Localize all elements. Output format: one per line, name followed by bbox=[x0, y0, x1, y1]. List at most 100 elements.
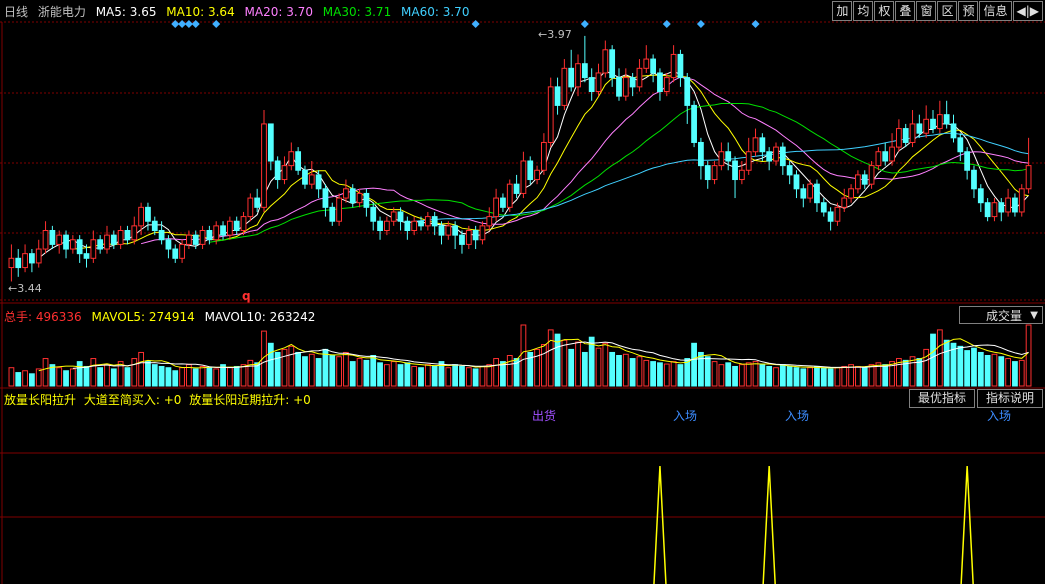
volume-bar-down bbox=[650, 361, 657, 387]
info-button[interactable]: 信息 bbox=[979, 1, 1012, 21]
volume-bar-up bbox=[738, 364, 745, 387]
candle-up bbox=[663, 77, 670, 92]
candle-up bbox=[520, 160, 527, 194]
candle-down bbox=[370, 206, 377, 222]
volume-bar-up bbox=[199, 365, 206, 387]
volume-bar-down bbox=[29, 373, 35, 387]
candle-down bbox=[957, 137, 964, 153]
mavol10-value: MAVOL10: 263242 bbox=[204, 310, 316, 324]
window-button[interactable]: 窗 bbox=[916, 1, 937, 21]
candle-up bbox=[390, 211, 397, 222]
candle-up bbox=[42, 230, 49, 250]
candle-up bbox=[261, 123, 267, 208]
candle-down bbox=[629, 77, 636, 88]
volume-bar-down bbox=[377, 362, 383, 387]
signal-diamonds bbox=[171, 20, 760, 28]
volume-bar-up bbox=[643, 359, 650, 387]
signal-label-entry: 入场 bbox=[673, 409, 698, 423]
candle-up bbox=[186, 234, 192, 245]
volume-indicator-select[interactable]: 成交量 ▼ bbox=[959, 306, 1043, 324]
candle-down bbox=[459, 234, 465, 245]
overlay-button[interactable]: 叠 bbox=[895, 1, 916, 21]
signal-label-entry: 入场 bbox=[987, 409, 1012, 423]
candle-up bbox=[575, 63, 581, 88]
rights-button[interactable]: 权 bbox=[874, 1, 895, 21]
volume-bar-up bbox=[834, 367, 841, 387]
volume-bar-down bbox=[110, 368, 117, 387]
ma60-value: MA60: 3.70 bbox=[401, 5, 470, 19]
candle-up bbox=[493, 197, 499, 218]
candle-down bbox=[902, 128, 909, 143]
volume-bar-up bbox=[534, 348, 540, 387]
candle-down bbox=[418, 220, 424, 227]
candle-down bbox=[192, 234, 199, 245]
candle-up bbox=[199, 230, 206, 245]
volume-bar-up bbox=[213, 368, 220, 387]
candle-down bbox=[766, 151, 773, 162]
candle-down bbox=[725, 151, 732, 162]
candle-down bbox=[220, 225, 226, 236]
volume-bar-down bbox=[779, 364, 786, 387]
indicator-help-button[interactable]: 指标说明 bbox=[976, 389, 1043, 408]
candle-down bbox=[950, 123, 957, 139]
candle-down bbox=[793, 174, 800, 190]
volume-bar-up bbox=[131, 358, 138, 387]
volume-bar-down bbox=[616, 355, 622, 387]
kline-chart[interactable]: ←3.97 ←3.44 q bbox=[0, 0, 1045, 584]
volume-bar-down bbox=[957, 345, 964, 387]
candle-up bbox=[445, 225, 452, 236]
volume-bar-down bbox=[998, 356, 1005, 387]
ma20-line bbox=[140, 76, 1029, 245]
candle-down bbox=[349, 188, 356, 204]
candle-up bbox=[889, 146, 895, 162]
volume-bar-up bbox=[520, 324, 527, 387]
volume-bar-down bbox=[943, 339, 950, 387]
ma30-value: MA30: 3.71 bbox=[322, 5, 392, 19]
candle-up bbox=[226, 220, 233, 236]
volume-bar-down bbox=[677, 364, 684, 387]
signal-label-sell: 出货 bbox=[532, 409, 557, 423]
volume-bar-down bbox=[725, 362, 732, 387]
volume-bar-up bbox=[1005, 358, 1011, 387]
indicator-header: 放量长阳拉升 大道至简买入: +0 放量长阳近期拉升: +0 bbox=[4, 391, 315, 408]
candle-up bbox=[752, 137, 759, 153]
volume-bar-up bbox=[424, 364, 431, 387]
candle-up bbox=[35, 248, 42, 264]
candle-down bbox=[513, 183, 520, 194]
candle-down bbox=[15, 257, 22, 269]
best-indicator-button[interactable]: 最优指标 bbox=[908, 389, 975, 408]
candle-down bbox=[732, 160, 738, 181]
volume-bar-up bbox=[281, 348, 288, 387]
candle-up bbox=[711, 165, 718, 181]
average-button[interactable]: 均 bbox=[853, 1, 874, 21]
candle-down bbox=[151, 220, 158, 232]
candle-down bbox=[698, 141, 704, 167]
candle-down bbox=[206, 230, 213, 241]
forecast-button[interactable]: 预 bbox=[958, 1, 979, 21]
nav-arrows-icon[interactable]: ◀|▶ bbox=[1012, 1, 1043, 21]
volume-bar-up bbox=[336, 356, 342, 387]
volume-bar-up bbox=[663, 363, 670, 387]
volume-bar-down bbox=[793, 367, 800, 387]
candle-down bbox=[158, 230, 165, 241]
volume-bar-up bbox=[69, 368, 76, 387]
candle-up bbox=[90, 239, 97, 259]
volume-bar-down bbox=[404, 362, 411, 387]
diamond-marker bbox=[178, 20, 187, 28]
volume-bar-up bbox=[848, 364, 854, 387]
mavol5-value: MAVOL5: 274914 bbox=[91, 310, 195, 324]
volume-bar-down bbox=[977, 351, 984, 387]
candle-down bbox=[124, 230, 131, 241]
candle-down bbox=[233, 220, 240, 232]
range-button[interactable]: 区 bbox=[937, 1, 958, 21]
volume-bar-down bbox=[704, 356, 711, 387]
volume-bar-down bbox=[759, 364, 766, 387]
add-button[interactable]: 加 bbox=[832, 1, 853, 21]
volume-bar-down bbox=[397, 364, 404, 387]
volume-bar-down bbox=[370, 355, 377, 387]
diamond-marker bbox=[662, 20, 671, 28]
volume-bar-down bbox=[302, 356, 308, 387]
volume-bar-down bbox=[151, 364, 158, 387]
candle-up bbox=[622, 77, 629, 97]
volume-bar-up bbox=[602, 342, 609, 387]
